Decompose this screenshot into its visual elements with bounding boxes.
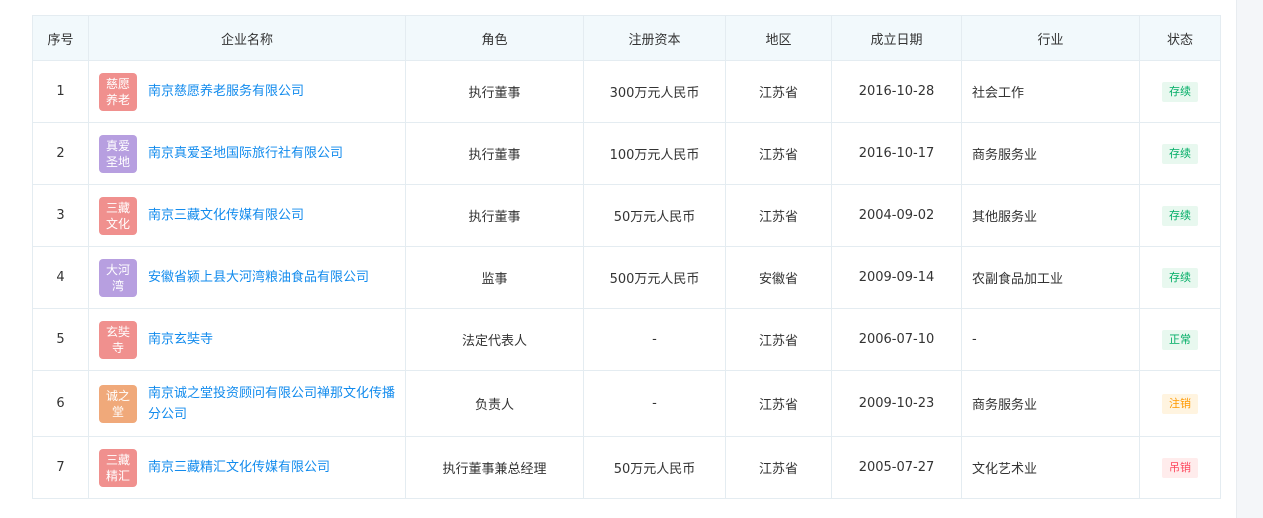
cell-company: 诚之堂 南京诚之堂投资顾问有限公司禅那文化传播分公司	[88, 370, 406, 437]
cell-capital: -	[583, 370, 726, 437]
cell-region: 江苏省	[725, 184, 832, 247]
cell-company: 三藏文化 南京三藏文化传媒有限公司	[88, 184, 406, 247]
cell-date: 2009-10-23	[831, 370, 962, 437]
cell-role: 执行董事	[405, 184, 584, 247]
cell-industry: 农副食品加工业	[961, 246, 1140, 309]
company-name-link[interactable]: 南京三藏文化传媒有限公司	[148, 205, 314, 226]
company-logo[interactable]: 真爱圣地	[99, 134, 137, 173]
table-row: 1 慈愿养老 南京慈愿养老服务有限公司 执行董事 300万元人民币 江苏省 2016-10-…	[32, 60, 1221, 123]
cell-seq: 4	[32, 246, 89, 309]
cell-region: 江苏省	[725, 308, 832, 371]
cell-seq: 6	[32, 370, 89, 437]
cell-region: 江苏省	[725, 122, 832, 185]
content-panel: 序号 企业名称 角色 注册资本 地区 成立日期 行业 状态 1 慈愿养老 南京慈愿养…	[0, 0, 1237, 518]
cell-capital: 500万元人民币	[583, 246, 726, 309]
company-logo[interactable]: 三藏精汇	[99, 448, 137, 487]
cell-status: 存续	[1139, 246, 1221, 309]
header-seq: 序号	[32, 15, 89, 61]
cell-role: 执行董事	[405, 122, 584, 185]
header-role: 角色	[405, 15, 584, 61]
company-table: 序号 企业名称 角色 注册资本 地区 成立日期 行业 状态 1 慈愿养老 南京慈愿养…	[32, 15, 1221, 499]
cell-company: 慈愿养老 南京慈愿养老服务有限公司	[88, 60, 406, 123]
company-logo[interactable]: 三藏文化	[99, 196, 137, 235]
cell-industry: 商务服务业	[961, 370, 1140, 437]
cell-industry: 社会工作	[961, 60, 1140, 123]
cell-status: 吊销	[1139, 436, 1221, 499]
cell-role: 监事	[405, 246, 584, 309]
table-row: 3 三藏文化 南京三藏文化传媒有限公司 执行董事 50万元人民币 江苏省 2004-09-0…	[32, 184, 1221, 247]
status-badge: 注销	[1162, 393, 1198, 414]
cell-capital: -	[583, 308, 726, 371]
company-name-link[interactable]: 南京诚之堂投资顾问有限公司禅那文化传播分公司	[148, 383, 405, 425]
header-name: 企业名称	[88, 15, 406, 61]
cell-role: 执行董事	[405, 60, 584, 123]
cell-industry: 文化艺术业	[961, 436, 1140, 499]
cell-seq: 7	[32, 436, 89, 499]
cell-industry: 其他服务业	[961, 184, 1140, 247]
header-industry: 行业	[961, 15, 1140, 61]
table-row: 2 真爱圣地 南京真爱圣地国际旅行社有限公司 执行董事 100万元人民币 江苏省 2016-…	[32, 122, 1221, 185]
company-name-link[interactable]: 南京玄奘寺	[148, 329, 223, 350]
table-header-row: 序号 企业名称 角色 注册资本 地区 成立日期 行业 状态	[32, 15, 1221, 61]
cell-capital: 50万元人民币	[583, 184, 726, 247]
cell-capital: 300万元人民币	[583, 60, 726, 123]
status-badge: 存续	[1162, 267, 1198, 288]
status-badge: 存续	[1162, 205, 1198, 226]
cell-region: 江苏省	[725, 436, 832, 499]
company-logo[interactable]: 慈愿养老	[99, 72, 137, 111]
cell-seq: 1	[32, 60, 89, 123]
table-row: 7 三藏精汇 南京三藏精汇文化传媒有限公司 执行董事兼总经理 50万元人民币 江苏省 200…	[32, 436, 1221, 499]
cell-date: 2016-10-17	[831, 122, 962, 185]
company-logo[interactable]: 诚之堂	[99, 384, 137, 423]
status-badge: 正常	[1162, 329, 1198, 350]
cell-date: 2005-07-27	[831, 436, 962, 499]
cell-region: 安徽省	[725, 246, 832, 309]
cell-seq: 2	[32, 122, 89, 185]
cell-date: 2006-07-10	[831, 308, 962, 371]
company-logo[interactable]: 大河湾	[99, 258, 137, 297]
header-region: 地区	[725, 15, 832, 61]
cell-date: 2004-09-02	[831, 184, 962, 247]
cell-status: 注销	[1139, 370, 1221, 437]
cell-company: 三藏精汇 南京三藏精汇文化传媒有限公司	[88, 436, 406, 499]
company-name-link[interactable]: 南京真爱圣地国际旅行社有限公司	[148, 143, 353, 164]
status-badge: 存续	[1162, 81, 1198, 102]
cell-seq: 3	[32, 184, 89, 247]
cell-capital: 100万元人民币	[583, 122, 726, 185]
cell-industry: 商务服务业	[961, 122, 1140, 185]
cell-status: 存续	[1139, 122, 1221, 185]
table-row: 4 大河湾 安徽省颍上县大河湾粮油食品有限公司 监事 500万元人民币 安徽省 2009-0…	[32, 246, 1221, 309]
company-logo[interactable]: 玄奘寺	[99, 320, 137, 359]
cell-status: 存续	[1139, 60, 1221, 123]
cell-role: 法定代表人	[405, 308, 584, 371]
cell-status: 正常	[1139, 308, 1221, 371]
company-name-link[interactable]: 南京三藏精汇文化传媒有限公司	[148, 457, 340, 478]
cell-seq: 5	[32, 308, 89, 371]
company-name-link[interactable]: 南京慈愿养老服务有限公司	[148, 81, 314, 102]
cell-role: 负责人	[405, 370, 584, 437]
header-capital: 注册资本	[583, 15, 726, 61]
cell-status: 存续	[1139, 184, 1221, 247]
cell-company: 玄奘寺 南京玄奘寺	[88, 308, 406, 371]
cell-date: 2016-10-28	[831, 60, 962, 123]
status-badge: 存续	[1162, 143, 1198, 164]
cell-region: 江苏省	[725, 60, 832, 123]
header-status: 状态	[1139, 15, 1221, 61]
cell-region: 江苏省	[725, 370, 832, 437]
table-row: 5 玄奘寺 南京玄奘寺 法定代表人 - 江苏省 2006-07-10- 正常	[32, 308, 1221, 371]
table-row: 6 诚之堂 南京诚之堂投资顾问有限公司禅那文化传播分公司 负责人 - 江苏省 2009-10…	[32, 370, 1221, 437]
cell-company: 大河湾 安徽省颍上县大河湾粮油食品有限公司	[88, 246, 406, 309]
cell-company: 真爱圣地 南京真爱圣地国际旅行社有限公司	[88, 122, 406, 185]
cell-industry: -	[961, 308, 1140, 371]
cell-capital: 50万元人民币	[583, 436, 726, 499]
status-badge: 吊销	[1162, 457, 1198, 478]
header-date: 成立日期	[831, 15, 962, 61]
company-name-link[interactable]: 安徽省颍上县大河湾粮油食品有限公司	[148, 267, 379, 288]
cell-date: 2009-09-14	[831, 246, 962, 309]
cell-role: 执行董事兼总经理	[405, 436, 584, 499]
